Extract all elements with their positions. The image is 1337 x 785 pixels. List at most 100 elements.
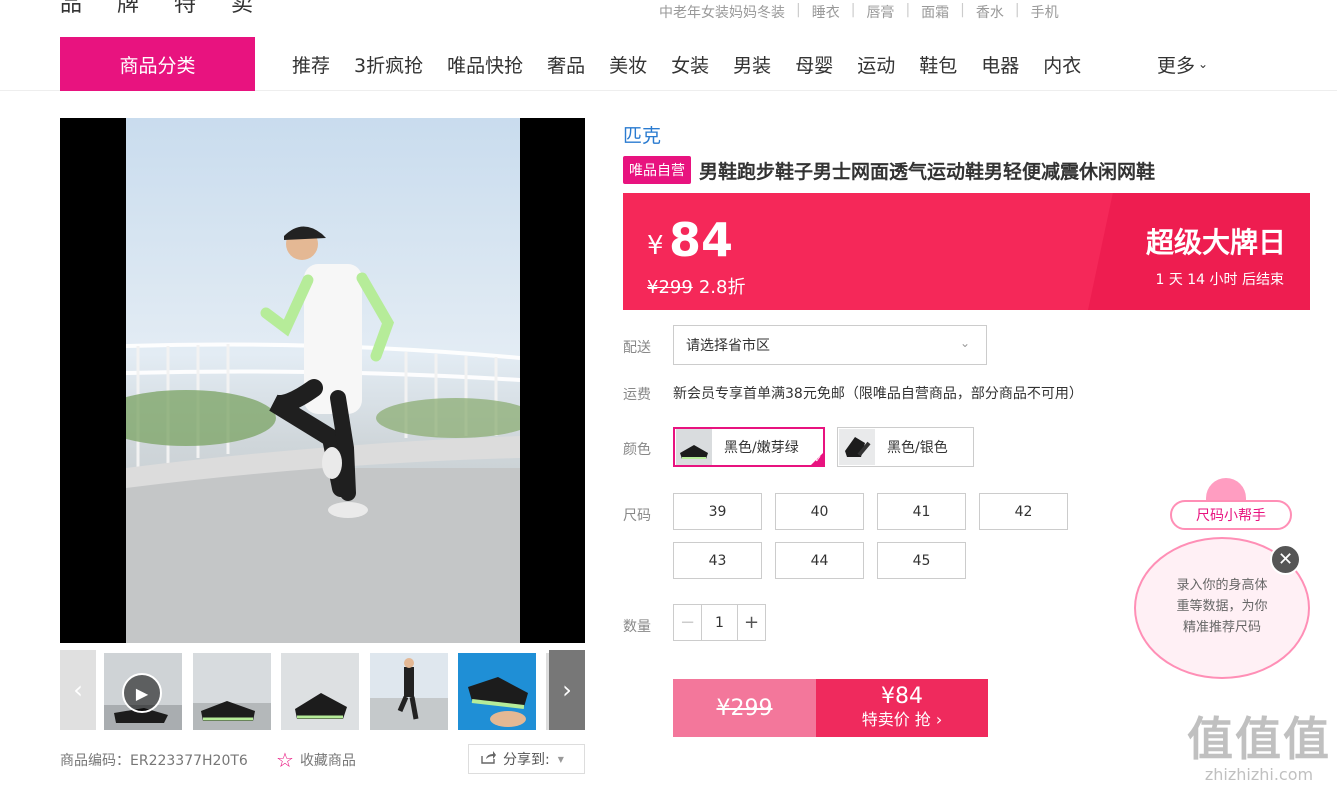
currency-symbol: ¥	[647, 231, 664, 261]
region-select[interactable]: 请选择省市区 ⌄	[673, 325, 987, 365]
nav-item-underwear[interactable]: 内衣	[1043, 51, 1081, 78]
category-menu-button[interactable]: 商品分类	[60, 37, 255, 91]
helper-text-line: 录入你的身高体	[1176, 578, 1268, 593]
nav-item-men[interactable]: 男装	[733, 51, 771, 78]
color-label: 颜色	[623, 442, 651, 458]
caret-down-icon: ▼	[557, 754, 564, 764]
size-helper-title[interactable]: 尺码小帮手	[1170, 500, 1292, 530]
quantity-value[interactable]: 1	[702, 605, 737, 640]
share-label: 分享到:	[503, 752, 550, 768]
watermark-url: zhizhizhi.com	[1204, 765, 1314, 784]
shoe-thumbnail-image	[281, 653, 359, 730]
hot-link[interactable]: 面霜	[921, 2, 949, 22]
divider: |	[850, 2, 856, 18]
runner-illustration	[126, 226, 520, 643]
watermark-logo: 值值值	[1187, 712, 1331, 766]
quantity-decrease-button[interactable]: −	[674, 605, 702, 640]
color-option-black-green[interactable]: 黑色/嫩芽绿 ✓	[673, 427, 825, 467]
thumbnail-prev-button[interactable]: ‹	[60, 650, 96, 730]
shoe-thumbnail-image	[458, 653, 536, 730]
thumbnail-image[interactable]	[370, 653, 448, 730]
event-title: 超级大牌日	[1145, 226, 1286, 259]
thumbnail-image[interactable]	[458, 653, 536, 730]
sale-price: 84	[669, 213, 734, 267]
share-icon	[481, 750, 497, 768]
play-video-icon[interactable]: ▶	[122, 673, 162, 713]
thumbnail-next-button[interactable]: ›	[549, 650, 585, 730]
thumbnail-image[interactable]	[193, 653, 271, 730]
buy-now-area[interactable]: ¥84 特卖价 抢 ›	[816, 679, 988, 737]
nav-item-sports[interactable]: 运动	[857, 51, 895, 78]
size-option-42[interactable]: 42	[979, 493, 1068, 530]
nav-items: 推荐 3折疯抢 唯品快抢 奢品 美妆 女装 男装 母婴 运动 鞋包 电器 内衣	[292, 37, 1105, 91]
helper-text-line: 精准推荐尺码	[1182, 620, 1261, 635]
nav-item-women[interactable]: 女装	[671, 51, 709, 78]
discount-rate: 2.8折	[698, 277, 746, 298]
size-option-41[interactable]: 41	[877, 493, 966, 530]
original-price: ¥299	[647, 277, 693, 298]
quantity-label: 数量	[623, 619, 651, 635]
favorite-button[interactable]: ☆ 收藏商品	[276, 748, 356, 772]
self-operated-badge: 唯品自营	[623, 156, 691, 184]
close-icon[interactable]: ✕	[1270, 544, 1301, 575]
quantity-increase-button[interactable]: +	[737, 605, 765, 640]
quantity-stepper: − 1 +	[673, 604, 766, 641]
shipping-label: 运费	[623, 387, 651, 403]
product-page: 品 牌 特 卖 中老年女装妈妈冬装 | 睡衣 | 唇膏 | 面霜 | 香水 | …	[0, 0, 1337, 785]
hot-link[interactable]: 睡衣	[812, 2, 840, 22]
color-option-label: 黑色/银色	[887, 440, 948, 456]
size-option-40[interactable]: 40	[775, 493, 864, 530]
nav-item-appliances[interactable]: 电器	[981, 51, 1019, 78]
size-label: 尺码	[623, 508, 651, 524]
checkmark-icon: ✓	[814, 455, 822, 465]
nav-item-beauty[interactable]: 美妆	[609, 51, 647, 78]
size-option-45[interactable]: 45	[877, 542, 966, 579]
watermark: 值值值 zhizhizhi.com	[1187, 703, 1331, 784]
buy-sale-price: ¥84	[881, 684, 923, 709]
nav-item-baby[interactable]: 母婴	[795, 51, 833, 78]
buy-original-price: ¥299	[673, 679, 816, 737]
color-option-black-silver[interactable]: 黑色/银色	[837, 427, 974, 467]
main-product-image[interactable]	[60, 118, 585, 643]
shoe-thumbnail-image	[193, 653, 271, 730]
nav-item-luxury[interactable]: 奢品	[547, 51, 585, 78]
star-icon: ☆	[276, 748, 294, 772]
thumbnail-video[interactable]: ▶	[104, 653, 182, 730]
nav-item-shoes-bags[interactable]: 鞋包	[919, 51, 957, 78]
nav-item-30-off[interactable]: 3折疯抢	[354, 51, 423, 78]
size-option-44[interactable]: 44	[775, 542, 864, 579]
hot-link[interactable]: 中老年女装妈妈冬装	[659, 2, 785, 22]
hot-link[interactable]: 香水	[976, 2, 1004, 22]
item-code-value: ER223377H20T6	[130, 753, 248, 769]
divider: |	[960, 2, 965, 18]
original-price-row: ¥299 2.8折	[647, 273, 745, 299]
nav-more-button[interactable]: 更多 ⌄	[1157, 37, 1208, 91]
nav-item-recommend[interactable]: 推荐	[292, 51, 330, 78]
size-option-43[interactable]: 43	[673, 542, 762, 579]
runner-photo	[126, 118, 520, 643]
nav-item-flash-sale[interactable]: 唯品快抢	[447, 51, 523, 78]
thumbnail-strip: ‹ ▶ ›	[60, 650, 585, 730]
size-option-39[interactable]: 39	[673, 493, 762, 530]
color-swatch	[839, 429, 875, 465]
main-nav: 商品分类 推荐 3折疯抢 唯品快抢 奢品 美妆 女装 男装 母婴 运动 鞋包 电…	[0, 37, 1337, 91]
title-row: 唯品自营 男鞋跑步鞋子男士网面透气运动鞋男轻便减震休闲网鞋	[623, 156, 1155, 184]
share-dropdown[interactable]: 分享到: ▼	[468, 744, 585, 774]
hot-search-links: 中老年女装妈妈冬装 | 睡衣 | 唇膏 | 面霜 | 香水 | 手机	[659, 2, 1059, 22]
brand-link[interactable]: 匹克	[623, 121, 661, 148]
nav-more-label: 更多	[1157, 54, 1196, 77]
divider: |	[1014, 2, 1020, 18]
price-banner: ¥ 84 ¥299 2.8折 超级大牌日 1 天 14 小时 后结束	[623, 193, 1310, 310]
item-code-label: 商品编码：	[60, 753, 130, 769]
buy-action-label: 特卖价 抢 ›	[861, 710, 943, 729]
hot-link[interactable]: 手机	[1031, 2, 1059, 22]
color-swatch	[676, 429, 712, 465]
hot-link[interactable]: 唇膏	[866, 2, 894, 22]
color-option-label: 黑色/嫩芽绿	[724, 440, 799, 456]
thumbnail-image[interactable]	[281, 653, 359, 730]
chevron-down-icon: ⌄	[959, 336, 970, 350]
buy-button[interactable]: ¥299 ¥84 特卖价 抢 ›	[673, 679, 988, 737]
helper-text-line: 重等数据，为你	[1176, 599, 1268, 614]
chevron-down-icon: ⌄	[1198, 57, 1209, 71]
region-placeholder: 请选择省市区	[686, 338, 770, 354]
